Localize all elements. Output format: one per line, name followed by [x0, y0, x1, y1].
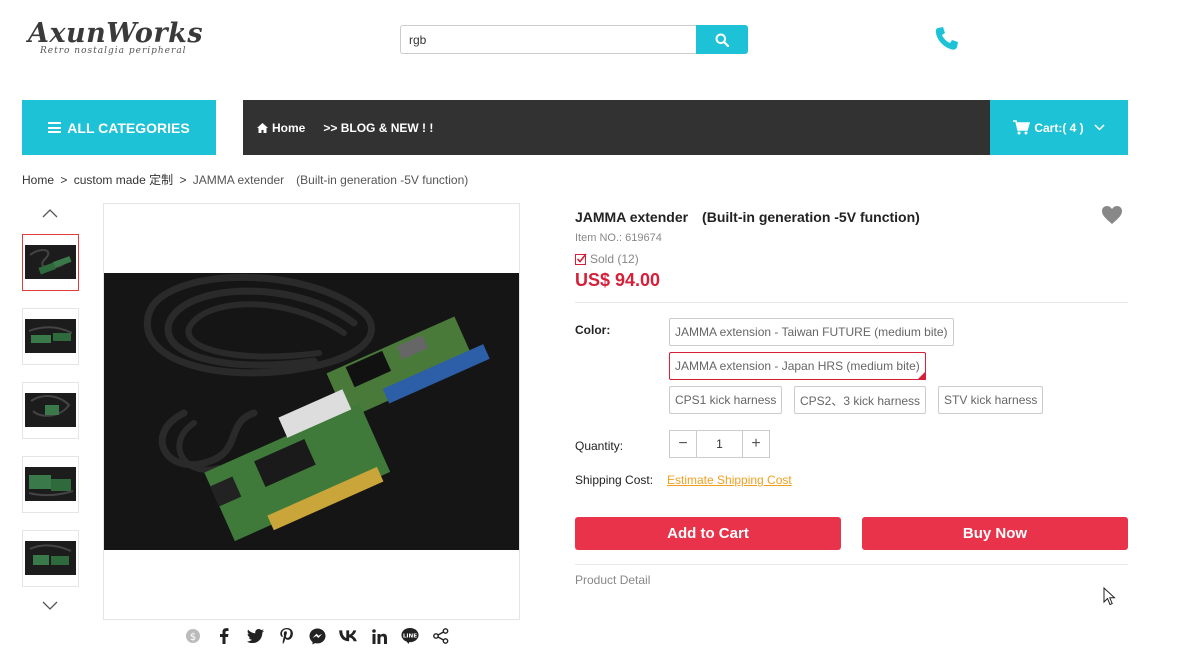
quantity-input[interactable] [697, 431, 742, 457]
search-bar [400, 25, 748, 54]
quantity-stepper: − + [669, 430, 770, 458]
add-to-cart-button[interactable]: Add to Cart [575, 517, 841, 550]
product-photo [104, 273, 519, 550]
item-number: Item NO.: 619674 [575, 232, 662, 244]
cart-icon [1013, 120, 1031, 135]
line-icon[interactable]: LINE [401, 627, 419, 645]
thumbnail-image [25, 467, 76, 501]
cart-button[interactable]: Cart:( 4 ) [990, 100, 1128, 155]
thumbnail-image [25, 245, 76, 279]
breadcrumb-separator: > [179, 173, 187, 187]
thumbnail-1[interactable] [22, 234, 79, 291]
divider [575, 564, 1128, 565]
nav-home[interactable]: Home [257, 121, 305, 135]
twitter-icon[interactable] [246, 627, 264, 645]
color-option-taiwan-future[interactable]: JAMMA extension - Taiwan FUTURE (medium … [669, 318, 954, 346]
share-bar: $ LINE [184, 627, 463, 645]
home-icon [257, 122, 268, 133]
linkedin-icon[interactable] [370, 627, 388, 645]
heart-icon[interactable] [1101, 205, 1123, 225]
selected-corner-mark [916, 371, 926, 380]
breadcrumb-current: JAMMA extender (Built-in generation -5V … [192, 173, 469, 187]
color-option-stv[interactable]: STV kick harness [938, 386, 1044, 414]
color-option-japan-hrs[interactable]: JAMMA extension - Japan HRS (medium bite… [669, 352, 926, 380]
option-label: JAMMA extension - Taiwan FUTURE (medium … [675, 325, 948, 339]
chevron-down-icon [1094, 124, 1105, 131]
dollar-icon[interactable]: $ [184, 627, 202, 645]
thumbnail-image [25, 393, 76, 427]
tab-product-detail[interactable]: Product Detail [575, 573, 650, 587]
search-input[interactable] [400, 25, 697, 54]
estimate-shipping-link[interactable]: Estimate Shipping Cost [667, 473, 792, 487]
logo-tagline: Retro nostalgia peripheral [40, 46, 187, 56]
breadcrumb: Home > custom made 定制 > JAMMA extender (… [22, 171, 468, 188]
buy-now-button[interactable]: Buy Now [862, 517, 1128, 550]
shipping-label: Shipping Cost: [575, 473, 654, 487]
color-option-cps1[interactable]: CPS1 kick harness [669, 386, 783, 414]
all-categories-button[interactable]: ALL CATEGORIES [22, 100, 216, 155]
svg-text:LINE: LINE [403, 633, 417, 639]
nav-blog-label: >> BLOG & NEW ! ! [323, 120, 434, 135]
option-label: JAMMA extension - Japan HRS (medium bite… [675, 359, 920, 373]
logo-text: AxunWorks [28, 18, 204, 49]
share-icon[interactable] [432, 627, 450, 645]
sold-count: Sold (12) [575, 252, 639, 266]
main-product-image[interactable] [103, 203, 520, 620]
sold-label: Sold (12) [590, 252, 639, 266]
facebook-icon[interactable] [215, 627, 233, 645]
messenger-icon[interactable] [308, 627, 326, 645]
search-icon [715, 33, 729, 47]
thumbnail-image [25, 319, 76, 353]
divider [575, 302, 1128, 303]
thumbnail-2[interactable] [22, 308, 79, 365]
quantity-increase-button[interactable]: + [742, 431, 769, 457]
color-label: Color: [575, 323, 611, 337]
thumbnail-3[interactable] [22, 382, 79, 439]
breadcrumb-separator: > [60, 173, 68, 187]
main-nav: Home >> BLOG & NEW ! ! [243, 100, 991, 155]
breadcrumb-home[interactable]: Home [22, 173, 54, 187]
all-categories-label: ALL CATEGORIES [67, 119, 190, 136]
vk-icon[interactable] [339, 627, 357, 645]
nav-home-label: Home [272, 120, 306, 135]
option-label: CPS2、3 kick harness [800, 393, 921, 408]
phone-icon[interactable] [932, 24, 962, 54]
logo[interactable]: AxunWorks Retro nostalgia peripheral [28, 18, 208, 60]
nav-blog[interactable]: >> BLOG & NEW ! ! [323, 121, 433, 135]
product-title: JAMMA extender (Built-in generation -5V … [575, 209, 920, 225]
svg-text:$: $ [190, 632, 196, 643]
check-icon [575, 253, 587, 265]
quantity-decrease-button[interactable]: − [670, 431, 697, 457]
breadcrumb-category[interactable]: custom made 定制 [74, 173, 173, 187]
product-price: US$ 94.00 [575, 270, 661, 290]
cart-label: Cart:( 4 ) [1034, 120, 1084, 135]
menu-icon [48, 122, 62, 133]
thumbnail-5[interactable] [22, 530, 79, 587]
pinterest-icon[interactable] [277, 627, 295, 645]
thumbnail-4[interactable] [22, 456, 79, 513]
thumbnail-image [25, 541, 76, 575]
search-button[interactable] [696, 25, 748, 54]
option-label: STV kick harness [944, 393, 1038, 407]
mouse-cursor-icon [1103, 587, 1116, 606]
chevron-down-icon[interactable] [40, 598, 60, 612]
option-label: CPS1 kick harness [675, 393, 777, 407]
chevron-up-icon[interactable] [40, 207, 60, 221]
quantity-label: Quantity: [575, 439, 624, 453]
color-option-cps2-3[interactable]: CPS2、3 kick harness [794, 386, 927, 414]
